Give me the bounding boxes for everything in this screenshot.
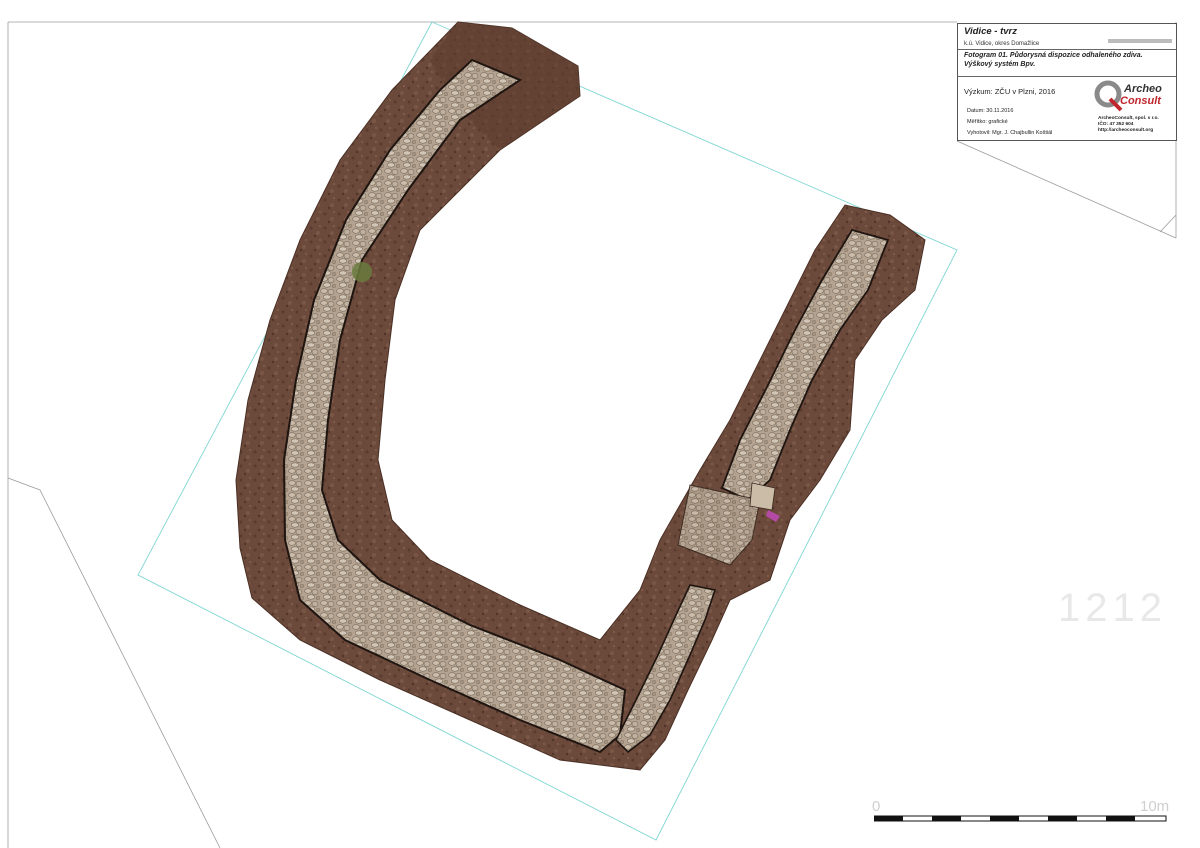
site-title: Vidice - tvrz (964, 26, 1017, 37)
divider (958, 76, 1176, 77)
location-text: k.ú. Vidice, okres Domažlice (964, 41, 1040, 47)
company-info: ArcheoConsult, spol. s r.o. IČO: 47 352 … (1098, 116, 1159, 134)
corner-block (749, 482, 776, 511)
company-web: http://archeoconsult.org (1098, 128, 1154, 133)
archeoconsult-logo: Archeo Consult (1094, 79, 1176, 115)
parcel-number: 1212 (1058, 586, 1167, 630)
scale-bar: 0 10m (870, 798, 1175, 826)
scale-bar-graphic (874, 815, 1167, 822)
title-block: Vidice - tvrz k.ú. Vidice, okres Domažli… (957, 23, 1177, 141)
logo-word2: Consult (1120, 95, 1161, 107)
description-line2: Výškový systém Bpv. (964, 61, 1036, 68)
scale-end-label: 10m (1140, 798, 1170, 815)
excavation-trench (235, 21, 926, 771)
description-line1: Fotogram 01. Půdorysná dispozice odhalen… (964, 52, 1143, 59)
divider (958, 49, 1176, 50)
description: Fotogram 01. Půdorysná dispozice odhalen… (964, 51, 1174, 69)
vegetation-patch (352, 262, 372, 282)
logo-word1: Archeo (1124, 83, 1162, 95)
scale-start-label: 0 (872, 798, 881, 815)
